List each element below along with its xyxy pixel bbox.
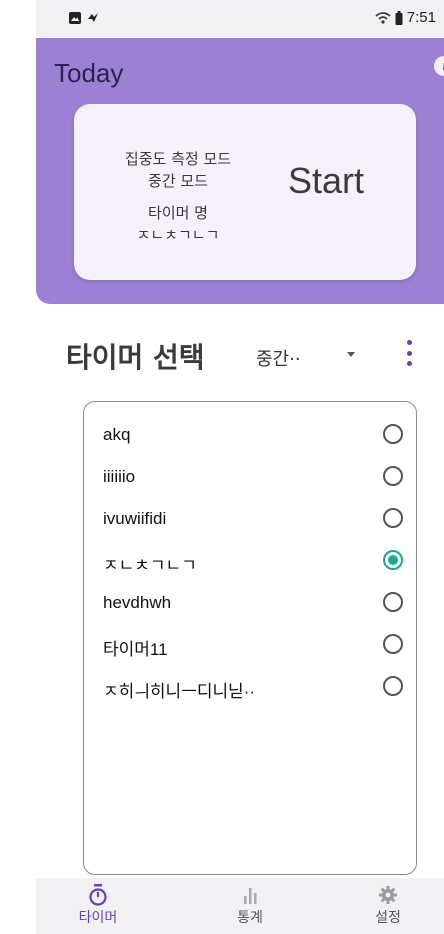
page-title: Today xyxy=(54,58,124,88)
list-item[interactable]: 타이머11 xyxy=(103,628,405,664)
list-item-label: akq xyxy=(103,425,131,444)
timer-name: ㅈㄴㅊㄱㄴㄱ xyxy=(136,226,220,244)
nav-item-stats[interactable]: 통계 xyxy=(210,884,290,927)
radio-button[interactable] xyxy=(383,634,403,654)
start-card[interactable]: 집중도 측정 모드 중간 모드 타이머 명 ㅈㄴㅊㄱㄴㄱ Start xyxy=(74,104,416,280)
gear-icon xyxy=(379,886,397,904)
bar-chart-icon xyxy=(244,888,257,904)
timer-list: akq iiiiiio ivuwiifidi ㅈㄴㅊㄱㄴㄱ hevdhwh 타이… xyxy=(83,401,417,875)
nav-label-settings: 설정 xyxy=(375,910,401,926)
mode-line: 집중도 측정 모드 xyxy=(124,150,232,168)
list-item-label: ivuwiifidi xyxy=(103,509,167,528)
messenger-icon xyxy=(88,13,98,22)
radio-button[interactable] xyxy=(383,508,403,528)
status-left-icons xyxy=(68,11,100,25)
gallery-icon xyxy=(69,12,81,24)
nav-item-settings[interactable]: 설정 xyxy=(348,884,428,927)
list-item[interactable]: ivuwiifidi xyxy=(103,502,405,538)
mode-value: 중간 모드 xyxy=(148,172,208,190)
timer-label: 타이머 명 xyxy=(148,204,208,222)
status-time: 7:51 xyxy=(406,9,436,26)
list-item[interactable]: ㅈㄴㅊㄱㄴㄱ xyxy=(103,544,405,580)
start-button[interactable]: Start xyxy=(288,160,364,202)
card-gap xyxy=(104,192,252,202)
radio-button[interactable] xyxy=(383,592,403,612)
nav-label-stats: 통계 xyxy=(237,910,263,926)
radio-button[interactable] xyxy=(383,466,403,486)
today-header: Today i 집중도 측정 모드 중간 모드 타이머 명 ㅈㄴㅊㄱㄴㄱ Sta… xyxy=(36,38,444,304)
list-item[interactable]: akq xyxy=(103,418,405,454)
dropdown-arrow-icon[interactable] xyxy=(347,352,355,357)
list-item-label: 타이머11 xyxy=(103,640,168,659)
list-item[interactable]: ㅈ히ㅢ히니ㅡ디니닏·· xyxy=(103,670,405,706)
list-item[interactable]: hevdhwh xyxy=(103,586,405,622)
timer-select-row: 타이머 선택 중간·· xyxy=(66,336,444,380)
battery-icon xyxy=(395,10,403,25)
nav-label-timer: 타이머 xyxy=(78,910,118,926)
radio-button[interactable] xyxy=(383,424,403,444)
section-title: 타이머 선택 xyxy=(66,341,205,374)
list-item[interactable]: iiiiiio xyxy=(103,460,405,496)
more-vert-icon[interactable] xyxy=(406,340,412,366)
radio-button[interactable] xyxy=(383,676,403,696)
nav-item-timer[interactable]: 타이머 xyxy=(58,884,138,927)
list-item-label: ㅈㄴㅊㄱㄴㄱ xyxy=(103,556,197,575)
status-bar: 7:51 xyxy=(36,0,444,38)
list-item-label: hevdhwh xyxy=(103,593,172,612)
card-info: 집중도 측정 모드 중간 모드 타이머 명 ㅈㄴㅊㄱㄴㄱ xyxy=(104,148,252,246)
list-item-label: ㅈ히ㅢ히니ㅡ디니닏·· xyxy=(103,682,256,701)
mode-dropdown[interactable]: 중간·· xyxy=(256,345,301,371)
radio-button-selected[interactable] xyxy=(383,550,403,570)
status-right: 7:51 xyxy=(375,9,436,26)
bottom-nav: 타이머 통계 설정 xyxy=(36,878,444,934)
timer-icon xyxy=(89,884,107,906)
app-screen: 7:51 Today i 집중도 측정 모드 중간 모드 타이머 명 ㅈㄴㅊㄱㄴ… xyxy=(0,0,444,934)
info-button[interactable]: i xyxy=(434,56,444,76)
wifi-icon xyxy=(375,11,391,24)
list-item-label: iiiiiio xyxy=(103,467,136,486)
